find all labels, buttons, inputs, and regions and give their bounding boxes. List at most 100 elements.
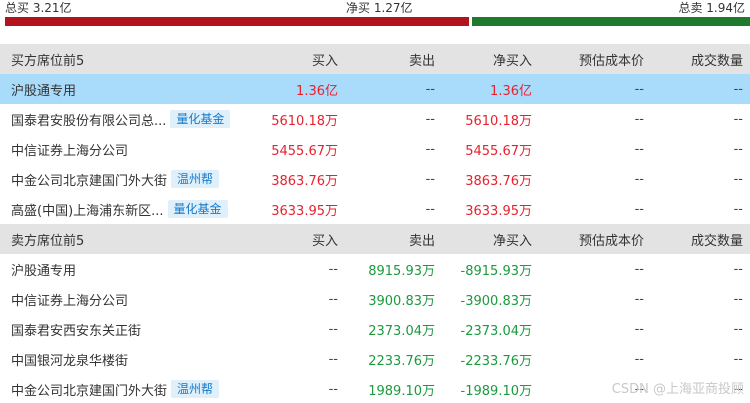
qty-cell: -- (733, 111, 743, 127)
net-cell: -8915.93万 (460, 263, 532, 279)
sell_table-header-row: 卖方席位前5 买入 卖出 净买入 预估成本价 成交数量 (0, 224, 750, 254)
seat-name[interactable]: 中金公司北京建国门外大街 (11, 380, 167, 399)
buy-cell: 5455.67万 (271, 143, 338, 159)
seat-name-cell: 沪股通专用 (0, 74, 249, 104)
buy-cell: -- (328, 351, 338, 367)
cost-cell: -- (634, 111, 644, 127)
table-row[interactable]: 中国银河龙泉华楼街 -- 2233.76万 -2233.76万 -- -- (0, 344, 750, 374)
cost-cell: -- (634, 171, 644, 187)
seat-name[interactable]: 中信证券上海分公司 (11, 140, 128, 159)
table-row[interactable]: 沪股通专用 -- 8915.93万 -8915.93万 -- -- (0, 254, 750, 284)
total-buy-label: 总买 3.21亿 (5, 1, 72, 15)
qty-cell: -- (733, 351, 743, 367)
buy-cell: -- (328, 321, 338, 337)
qty-cell: -- (733, 171, 743, 187)
net-cell: -2373.04万 (460, 323, 532, 339)
table-row[interactable]: 国泰君安西安东关正街 -- 2373.04万 -2373.04万 -- -- (0, 314, 750, 344)
column-header-cost: 预估成本价 (533, 44, 645, 74)
qty-cell: -- (733, 261, 743, 277)
net-cell: 5610.18万 (465, 113, 532, 129)
seat-name-cell: 高盛(中国)上海浦东新区... 量化基金 (0, 194, 249, 224)
cost-cell: -- (634, 261, 644, 277)
total-sell-label: 总卖 1.94亿 (678, 1, 745, 15)
buy-cell: 1.36亿 (249, 74, 339, 104)
column-header-sell: 卖出 (339, 44, 436, 74)
buy-cell: 3633.95万 (271, 203, 338, 219)
buy-sell-ratio-bar (5, 17, 750, 26)
sell-cell: 2233.76万 (368, 353, 435, 369)
sell-cell: 8915.93万 (368, 263, 435, 279)
seat-name[interactable]: 中金公司北京建国门外大街 (11, 170, 167, 189)
column-header-net: 净买入 (436, 44, 533, 74)
seat-tag-badge[interactable]: 量化基金 (170, 110, 231, 128)
table-row[interactable]: 中信证券上海分公司 -- 3900.83万 -3900.83万 -- -- (0, 284, 750, 314)
seat-tag-badge[interactable]: 温州帮 (171, 170, 220, 188)
column-header-sell: 卖出 (339, 224, 436, 254)
column-header-qty: 成交数量 (645, 44, 750, 74)
buy-ratio-fill (5, 17, 470, 26)
seat-name[interactable]: 高盛(中国)上海浦东新区... (11, 200, 164, 219)
cost-cell: -- (634, 351, 644, 367)
column-header-buy: 买入 (249, 44, 339, 74)
net-cell: 1.36亿 (436, 74, 533, 104)
cost-cell: -- (533, 74, 645, 104)
sell-cell: -- (425, 171, 435, 187)
seat-tag-badge[interactable]: 量化基金 (167, 200, 228, 218)
seat-name-cell: 国泰君安股份有限公司总... 量化基金 (0, 104, 249, 134)
seat-name[interactable]: 国泰君安西安东关正街 (11, 320, 141, 339)
net-cell: 3633.95万 (465, 203, 532, 219)
qty-cell: -- (733, 201, 743, 217)
seat-name[interactable]: 沪股通专用 (11, 80, 76, 99)
seat-name-cell: 中信证券上海分公司 (0, 284, 249, 314)
table-row[interactable]: 国泰君安股份有限公司总... 量化基金 5610.18万 -- 5610.18万 -- -- (0, 104, 750, 134)
seat-tag-badge[interactable]: 温州帮 (171, 380, 220, 398)
table-row[interactable]: 高盛(中国)上海浦东新区... 量化基金 3633.95万 -- 3633.95万 -- -… (0, 194, 750, 224)
table-row[interactable]: 沪股通专用 1.36亿 -- 1.36亿 -- -- (0, 74, 750, 104)
watermark: CSDN @上海亚商投顾 (611, 382, 744, 397)
buy-cell: -- (328, 291, 338, 307)
sell-cell: 3900.83万 (368, 293, 435, 309)
column-header-net: 净买入 (436, 224, 533, 254)
net-cell: 3863.76万 (465, 173, 532, 189)
seat-name-cell: 国泰君安西安东关正街 (0, 314, 249, 344)
sell-cell: -- (425, 111, 435, 127)
column-header-name: 卖方席位前5 (0, 224, 249, 254)
seat-name-cell: 中国银河龙泉华楼街 (0, 344, 249, 374)
sell-ratio-fill (472, 17, 750, 26)
seat-name-cell: 中金公司北京建国门外大街 温州帮 (0, 374, 249, 403)
seat-name[interactable]: 沪股通专用 (11, 260, 76, 279)
seat-name-cell: 中信证券上海分公司 (0, 134, 249, 164)
net-cell: -2233.76万 (460, 353, 532, 369)
net-cell: 5455.67万 (465, 143, 532, 159)
sell-cell: 2373.04万 (368, 323, 435, 339)
buy-cell: 3863.76万 (271, 173, 338, 189)
net-buy-label: 净买 1.27亿 (346, 1, 413, 15)
seat-name[interactable]: 中国银河龙泉华楼街 (11, 350, 128, 369)
column-header-cost: 预估成本价 (533, 224, 645, 254)
seat-name[interactable]: 中信证券上海分公司 (11, 290, 128, 309)
column-header-buy: 买入 (249, 224, 339, 254)
net-cell: -3900.83万 (460, 293, 532, 309)
qty-cell: -- (645, 74, 750, 104)
seat-name[interactable]: 国泰君安股份有限公司总... (11, 110, 166, 129)
sell-cell: -- (425, 141, 435, 157)
buy-cell: 5610.18万 (271, 113, 338, 129)
buy-cell: -- (328, 381, 338, 397)
sell-cell: -- (425, 201, 435, 217)
sell-cell: -- (339, 74, 436, 104)
buy-cell: -- (328, 261, 338, 277)
seat-table: 买方席位前5 买入 卖出 净买入 预估成本价 成交数量 沪股通专用 1.36亿 -- 1.36亿 -… (0, 44, 750, 403)
qty-cell: -- (733, 321, 743, 337)
cost-cell: -- (634, 201, 644, 217)
trade-summary: 总买 3.21亿 净买 1.27亿 总卖 1.94亿 (0, 0, 750, 30)
seat-name-cell: 沪股通专用 (0, 254, 249, 284)
cost-cell: -- (634, 321, 644, 337)
column-header-name: 买方席位前5 (0, 44, 249, 74)
table-row[interactable]: 中金公司北京建国门外大街 温州帮 3863.76万 -- 3863.76万 -- -- (0, 164, 750, 194)
buy_table-header-row: 买方席位前5 买入 卖出 净买入 预估成本价 成交数量 (0, 44, 750, 74)
cost-cell: -- (634, 291, 644, 307)
column-header-qty: 成交数量 (645, 224, 750, 254)
qty-cell: -- (733, 141, 743, 157)
cost-cell: -- (634, 141, 644, 157)
table-row[interactable]: 中信证券上海分公司 5455.67万 -- 5455.67万 -- -- (0, 134, 750, 164)
